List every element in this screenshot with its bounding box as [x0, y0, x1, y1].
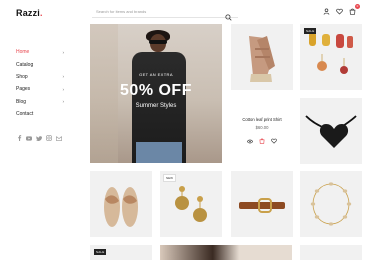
product-card-partial-1[interactable]: SALE	[90, 245, 152, 260]
social-links	[16, 135, 62, 141]
cart-icon[interactable]: 0	[348, 4, 360, 15]
product-card-wedge-sandals[interactable]	[231, 24, 293, 90]
chevron-right-icon: ›	[62, 99, 65, 105]
twitter-icon[interactable]	[36, 135, 42, 141]
search-input[interactable]	[92, 9, 222, 14]
chevron-right-icon: ›	[62, 74, 65, 80]
sunglasses	[149, 40, 167, 44]
product-card-shell-necklace[interactable]	[300, 171, 362, 237]
product-card-heart-bag[interactable]	[300, 98, 362, 164]
product-image	[305, 115, 357, 148]
header-actions: 0	[322, 4, 360, 15]
product-card-gold-earrings[interactable]: NEW	[160, 171, 222, 237]
hero-banner[interactable]: GET AN EXTRA 50% OFF Summer Styles	[90, 24, 222, 163]
wishlist-icon[interactable]	[271, 138, 277, 144]
hero-subtitle: Summer Styles	[135, 103, 177, 109]
sidebar-item-blog[interactable]: Blog ›	[16, 96, 64, 108]
chevron-right-icon: ›	[62, 49, 65, 55]
sale-badge: SALE	[94, 249, 107, 255]
product-name[interactable]: Cotton leaf print Shirt	[231, 117, 293, 122]
heart-icon[interactable]	[335, 7, 343, 15]
instagram-icon[interactable]	[46, 135, 52, 141]
product-image	[104, 187, 138, 227]
product-image	[249, 36, 275, 82]
product-card-earrings[interactable]: SALE	[300, 24, 362, 90]
search-bar	[92, 6, 238, 21]
sidebar-item-label: Contact	[16, 111, 34, 118]
product-card-partial-2[interactable]	[300, 245, 362, 260]
new-badge: NEW	[163, 174, 176, 182]
product-image	[310, 182, 352, 226]
youtube-icon[interactable]	[26, 135, 32, 141]
product-card-leather-belt[interactable]	[231, 171, 293, 237]
brand-logo[interactable]: Razzi.	[16, 8, 43, 18]
sidebar-item-shop[interactable]: Shop ›	[16, 71, 64, 83]
product-price: $60.00	[255, 125, 269, 130]
product-card-flat-sandals[interactable]	[90, 171, 152, 237]
add-to-cart-icon[interactable]	[259, 138, 265, 144]
sidebar-item-pages[interactable]: Pages ›	[16, 83, 64, 95]
product-actions	[231, 138, 293, 144]
sidebar-item-catalog[interactable]: Catalog	[16, 58, 64, 70]
sidebar-item-contact[interactable]: Contact	[16, 108, 64, 120]
quick-view-icon[interactable]	[247, 138, 253, 144]
sidebar-item-home[interactable]: Home ›	[16, 46, 64, 58]
sidebar-item-label: Pages	[16, 86, 31, 93]
sidebar-item-label: Blog	[16, 98, 27, 105]
hero-headline: 50% OFF	[120, 82, 192, 99]
mail-icon[interactable]	[56, 135, 62, 141]
sidebar-item-label: Shop	[16, 73, 28, 80]
hero-kicker: GET AN EXTRA	[139, 72, 173, 77]
facebook-icon[interactable]	[16, 135, 22, 141]
product-image	[239, 198, 285, 213]
sale-badge: SALE	[304, 28, 317, 34]
banner-partial[interactable]	[160, 245, 292, 260]
chevron-right-icon: ›	[62, 86, 65, 92]
side-navigation: Home › Catalog Shop › Pages › Blog › Con…	[16, 46, 64, 120]
user-icon[interactable]	[322, 7, 330, 15]
product-card-cotton-shirt[interactable]: Cotton leaf print Shirt $60.00	[231, 98, 293, 164]
sidebar-item-label: Catalog	[16, 61, 34, 68]
sidebar-item-label: Home	[16, 49, 30, 56]
cart-count-badge: 0	[355, 4, 360, 9]
